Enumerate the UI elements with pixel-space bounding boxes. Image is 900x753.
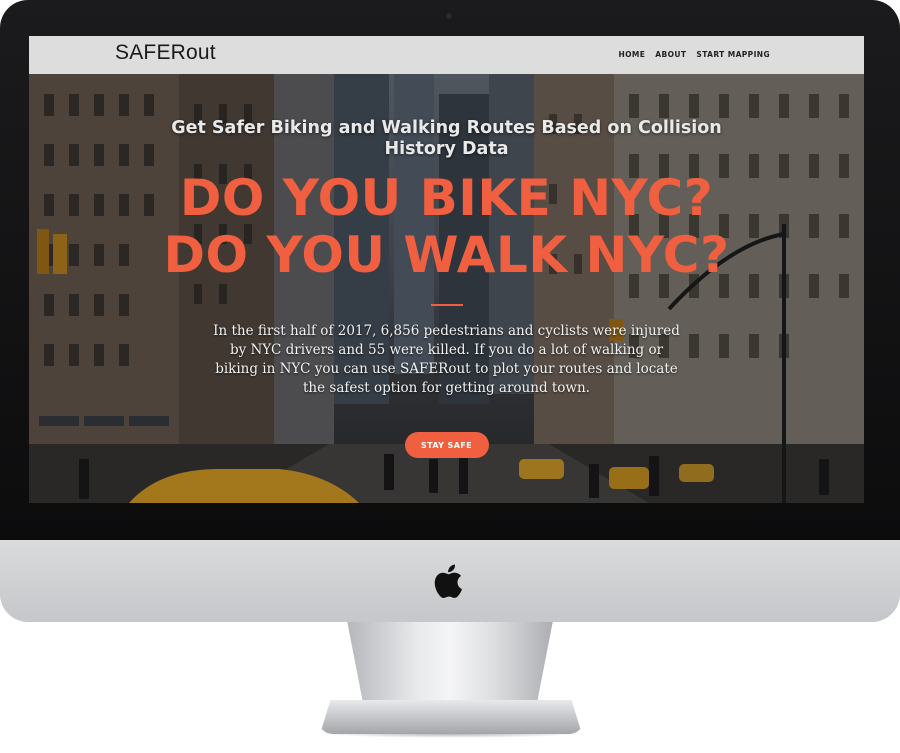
imac-mockup: SAFERout HOME ABOUT START MAPPING Get Sa… [0, 0, 900, 753]
hero-content: Get Safer Biking and Walking Routes Base… [29, 118, 864, 458]
website-screen: SAFERout HOME ABOUT START MAPPING Get Sa… [29, 36, 864, 503]
hero-divider [430, 304, 463, 306]
headline-line-walk: DO YOU WALK NYC? [163, 226, 730, 284]
nav-home-link[interactable]: HOME [618, 50, 645, 59]
apple-logo-icon [434, 564, 462, 599]
hero-subheadline: Get Safer Biking and Walking Routes Base… [171, 118, 722, 159]
hero-intro-text: In the first half of 2017, 6,856 pedestr… [213, 323, 680, 396]
headline-line-bike: DO YOU BIKE NYC? [179, 169, 714, 227]
nav-links: HOME ABOUT START MAPPING [618, 50, 770, 59]
camera-dot [445, 12, 453, 20]
hero-headline: DO YOU BIKE NYC? DO YOU WALK NYC? [29, 170, 864, 284]
monitor-stand-base [320, 700, 582, 734]
brand-logo[interactable]: SAFERout [115, 41, 216, 65]
nav-start-mapping-link[interactable]: START MAPPING [696, 50, 770, 59]
hero-section: Get Safer Biking and Walking Routes Base… [29, 74, 864, 503]
monitor-stand-neck [347, 622, 553, 710]
stay-safe-button[interactable]: STAY SAFE [404, 432, 489, 458]
navbar: SAFERout HOME ABOUT START MAPPING [29, 36, 864, 74]
nav-about-link[interactable]: ABOUT [655, 50, 686, 59]
